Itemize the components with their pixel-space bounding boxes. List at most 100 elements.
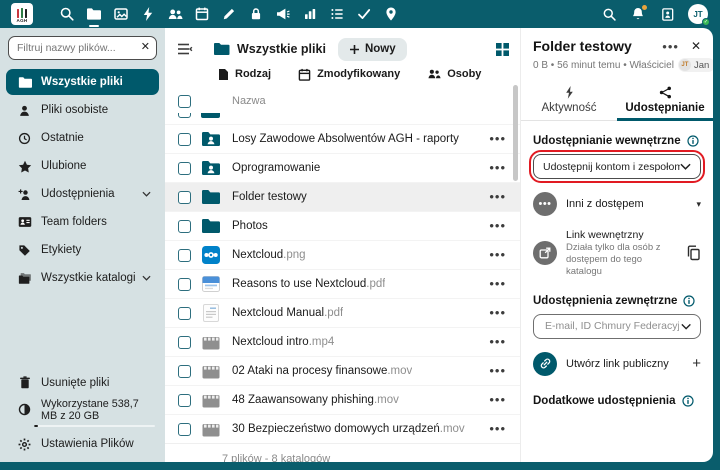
info-icon[interactable] [687,135,699,147]
table-row[interactable]: Nextcloud.png ••• [165,240,520,269]
table-row[interactable]: Nextcloud Manual.pdf ••• [165,298,520,327]
expand-triangle-icon[interactable]: ▾ [696,199,701,210]
row-actions-icon[interactable]: ••• [487,335,508,349]
row-actions-icon[interactable]: ••• [487,132,508,146]
share-accounts-combobox[interactable]: Udostępnij kontom i zespołom [528,149,706,184]
close-icon[interactable]: ✕ [691,39,701,53]
tab-activity[interactable]: Aktywność [521,82,617,120]
external-share-input[interactable] [543,319,681,334]
sidebar-toggle-icon[interactable] [177,41,195,57]
sidebar-item-label: Team folders [41,216,107,228]
filter-chip-people[interactable]: Osoby [427,68,481,80]
table-row[interactable]: Losy Zawodowe Absolwentów AGH - raporty … [165,124,520,153]
user-avatar[interactable]: JT ✓ [688,4,710,26]
row-actions-icon[interactable]: ••• [487,393,508,407]
pdf-thumbnail-icon [200,274,222,294]
sidebar-item-all-folders[interactable]: Wszystkie katalogi [6,265,159,291]
analytics-icon[interactable] [302,6,318,22]
tab-label: Udostępnianie [625,102,705,114]
maps-icon[interactable] [383,6,399,22]
sidebar-item-personal-files[interactable]: Pliki osobiste [6,97,159,123]
row-checkbox[interactable] [178,306,191,320]
table-row[interactable]: Reasons to use Nextcloud.pdf ••• [165,269,520,298]
agh-logo[interactable]: AGH [11,3,33,25]
announcements-icon[interactable] [275,6,291,22]
notifications-bell-icon[interactable] [630,5,647,22]
info-icon[interactable] [683,295,696,307]
sidebar-item-favorites[interactable]: Ulubione [6,153,159,179]
chevron-down-icon[interactable] [142,275,151,281]
clear-filter-icon[interactable]: ✕ [141,40,150,53]
table-row[interactable]: Oprogramowanie ••• [165,153,520,182]
tab-sharing[interactable]: Udostępnianie [617,82,713,121]
table-row[interactable]: Nextcloud intro.mp4 ••• [165,327,520,356]
create-public-link-row[interactable]: Utwórz link publiczny + [533,351,701,376]
filter-chip-modified[interactable]: Zmodyfikowany [298,68,400,81]
row-actions-icon[interactable]: ••• [487,248,508,262]
info-icon[interactable] [681,395,694,407]
file-name: Reasons to use Nextcloud.pdf [232,278,386,290]
row-checkbox[interactable] [178,335,191,349]
breadcrumb[interactable]: Wszystkie pliki [213,42,326,56]
sidebar-item-shares[interactable]: Udostępnienia [6,181,159,207]
calendar-icon[interactable] [194,6,210,22]
others-with-access-row[interactable]: ••• Inni z dostępem ▾ [533,192,701,216]
contacts-menu-icon[interactable] [659,6,675,22]
row-actions-icon[interactable]: ••• [487,422,508,436]
column-header-name[interactable]: Nazwa [232,95,266,107]
contacts-icon[interactable] [167,6,183,22]
row-checkbox[interactable] [178,219,191,233]
row-actions-icon[interactable]: ••• [487,190,508,204]
sidebar-item-all-files[interactable]: Wszystkie pliki [6,69,159,95]
table-row-selected[interactable]: Folder testowy ••• [165,182,520,211]
row-checkbox[interactable] [178,422,191,436]
photos-icon[interactable] [113,6,129,22]
row-actions-icon[interactable]: ••• [487,364,508,378]
activity-icon[interactable] [140,6,156,22]
sidebar-item-tags[interactable]: Etykiety [6,237,159,263]
row-checkbox[interactable] [178,190,191,204]
passwords-icon[interactable] [248,6,264,22]
filter-files-input[interactable] [8,36,157,60]
checks-icon[interactable] [356,6,372,22]
files-icon[interactable] [86,6,102,27]
folder-icon [214,43,230,55]
sidebar-item-recent[interactable]: Ostatnie [6,125,159,151]
row-checkbox[interactable] [178,277,191,291]
row-actions-icon[interactable]: ••• [487,219,508,233]
video-icon [200,421,222,438]
row-actions-icon[interactable]: ••• [487,161,508,175]
row-checkbox[interactable] [178,248,191,262]
copy-icon[interactable] [686,245,701,261]
filter-chip-type[interactable]: Rodzaj [218,68,271,81]
row-checkbox[interactable] [178,132,191,146]
external-link-icon [533,241,557,266]
sidebar-item-team-folders[interactable]: Team folders [6,209,159,235]
chevron-down-icon[interactable] [142,191,151,197]
grid-view-icon[interactable] [495,42,510,57]
select-all-checkbox[interactable] [178,94,191,108]
internal-link-row[interactable]: Link wewnętrzny Działa tylko dla osób z … [533,229,701,278]
row-checkbox[interactable] [178,393,191,407]
row-checkbox[interactable] [178,364,191,378]
sidebar-item-files-settings[interactable]: Ustawienia Plików [6,431,159,457]
new-button[interactable]: Nowy [337,37,407,61]
row-actions-icon[interactable]: ••• [487,277,508,291]
details-actions-icon[interactable]: ••• [662,39,679,54]
notes-icon[interactable] [221,6,237,22]
add-link-plus-icon[interactable]: + [692,355,701,372]
sidebar-item-quota[interactable]: Wykorzystane 538,7 MB z 20 GB [6,397,159,423]
table-row[interactable]: 30 Bezpieczeństwo domowych urządzeń.mov … [165,414,520,443]
search-icon[interactable] [59,6,75,22]
scrollbar-thumb[interactable] [513,85,518,181]
unified-search-icon[interactable] [601,6,617,22]
table-row[interactable]: Photos ••• [165,211,520,240]
tasks-icon[interactable] [329,6,345,22]
owner-avatar-pill[interactable]: JT Jan [677,58,713,72]
row-checkbox[interactable] [178,161,191,175]
sidebar-item-deleted-files[interactable]: Usunięte pliki [6,370,159,396]
external-sharing-heading: Udostępnienia zewnętrzne [533,294,678,307]
row-actions-icon[interactable]: ••• [487,306,508,320]
table-row[interactable]: 02 Ataki na procesy finansowe.mov ••• [165,356,520,385]
table-row[interactable]: 48 Zaawansowany phishing.mov ••• [165,385,520,414]
